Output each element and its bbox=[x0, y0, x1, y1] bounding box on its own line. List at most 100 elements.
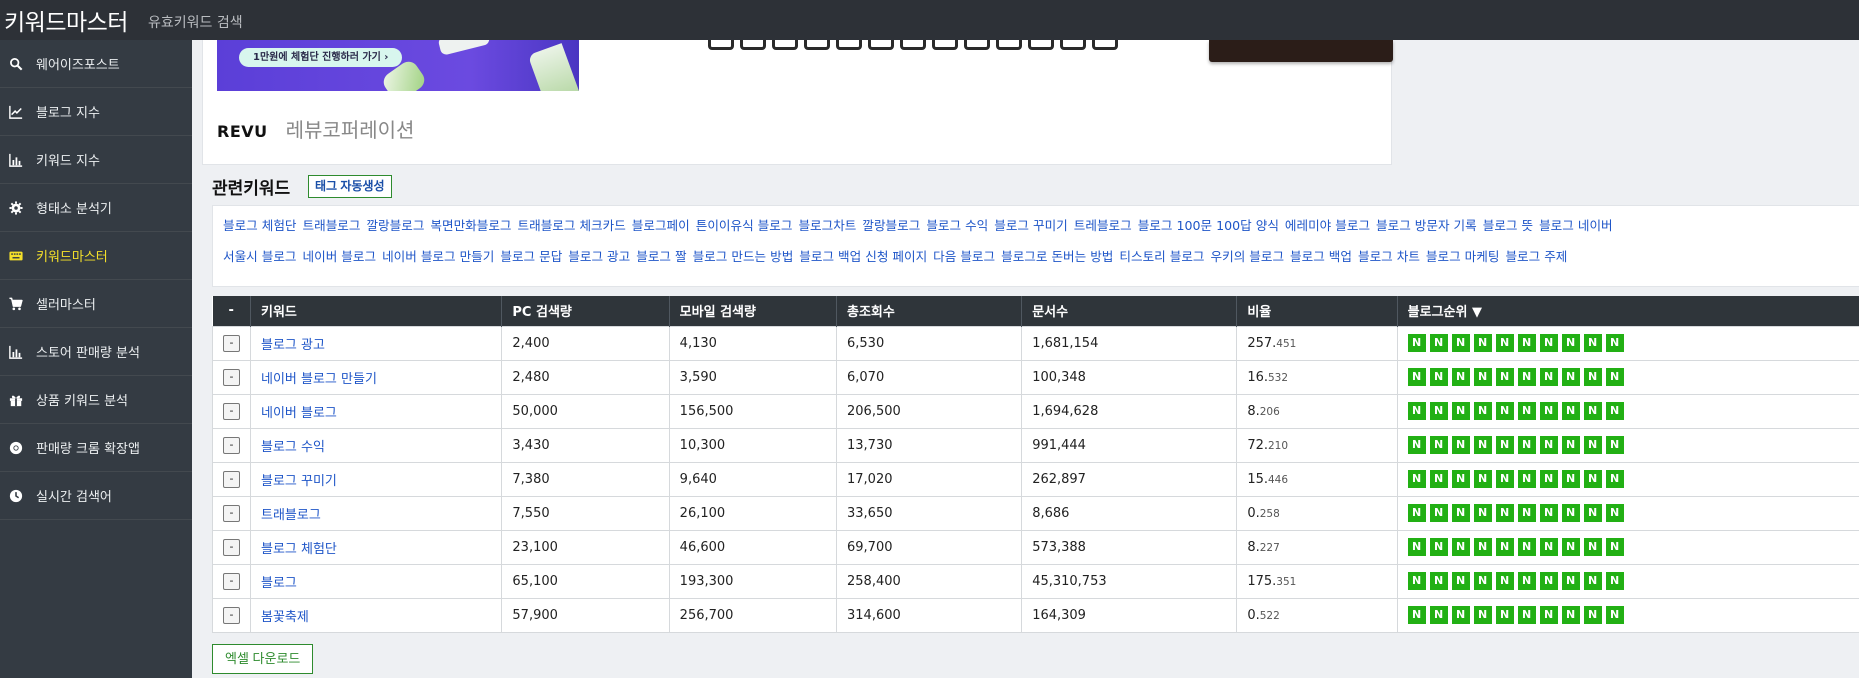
naver-rank-icon[interactable]: N bbox=[1561, 334, 1580, 352]
naver-rank-icon[interactable]: N bbox=[1517, 368, 1536, 386]
naver-rank-icon[interactable]: N bbox=[1429, 504, 1448, 522]
related-keyword-link[interactable]: 트래블로그 bbox=[303, 218, 361, 233]
naver-rank-icon[interactable]: N bbox=[1561, 504, 1580, 522]
sidebar-item[interactable]: 셀러마스터 bbox=[0, 280, 192, 328]
remove-row-button[interactable]: - bbox=[223, 368, 240, 386]
naver-rank-icon[interactable]: N bbox=[1605, 470, 1624, 488]
remove-row-button[interactable]: - bbox=[223, 470, 240, 488]
related-keyword-link[interactable]: 블로그 뜻 bbox=[1483, 218, 1533, 233]
naver-rank-icon[interactable]: N bbox=[1451, 538, 1470, 556]
naver-rank-icon[interactable]: N bbox=[1451, 470, 1470, 488]
sidebar-item[interactable]: 스토어 판매량 분석 bbox=[0, 328, 192, 376]
naver-rank-icon[interactable]: N bbox=[1407, 368, 1426, 386]
naver-rank-icon[interactable]: N bbox=[1517, 538, 1536, 556]
naver-rank-icon[interactable]: N bbox=[1451, 504, 1470, 522]
remove-row-button[interactable]: - bbox=[223, 538, 240, 556]
naver-rank-icon[interactable]: N bbox=[1407, 436, 1426, 454]
naver-rank-icon[interactable]: N bbox=[1605, 572, 1624, 590]
keyword-link[interactable]: 봄꽃축제 bbox=[249, 597, 503, 633]
keyword-link[interactable]: 네이버 블로그 bbox=[249, 393, 503, 429]
sidebar-item[interactable]: 형태소 분석기 bbox=[0, 184, 192, 232]
naver-rank-icon[interactable]: N bbox=[1605, 368, 1624, 386]
related-keyword-link[interactable]: 블로그페이 bbox=[632, 218, 690, 233]
naver-rank-icon[interactable]: N bbox=[1583, 606, 1602, 624]
naver-rank-icon[interactable]: N bbox=[1561, 368, 1580, 386]
sidebar-item[interactable]: 블로그 지수 bbox=[0, 88, 192, 136]
naver-rank-icon[interactable]: N bbox=[1517, 504, 1536, 522]
related-keyword-link[interactable]: 블로그 광고 bbox=[568, 249, 630, 264]
remove-row-button[interactable]: - bbox=[223, 606, 240, 624]
naver-rank-icon[interactable]: N bbox=[1473, 470, 1492, 488]
remove-row-button[interactable]: - bbox=[223, 572, 240, 590]
naver-rank-icon[interactable]: N bbox=[1451, 402, 1470, 420]
related-keyword-link[interactable]: 블로그 주제 bbox=[1505, 249, 1567, 264]
keyword-link[interactable]: 블로그 광고 bbox=[249, 325, 503, 361]
naver-rank-icon[interactable]: N bbox=[1451, 606, 1470, 624]
remove-row-button[interactable]: - bbox=[223, 334, 240, 352]
related-keyword-link[interactable]: 블로그 문답 bbox=[500, 249, 562, 264]
naver-rank-icon[interactable]: N bbox=[1583, 368, 1602, 386]
related-keyword-link[interactable]: 트래블로그 체크카드 bbox=[518, 218, 626, 233]
related-keyword-link[interactable]: 다음 블로그 bbox=[933, 249, 995, 264]
naver-rank-icon[interactable]: N bbox=[1451, 334, 1470, 352]
naver-rank-icon[interactable]: N bbox=[1539, 470, 1558, 488]
naver-rank-icon[interactable]: N bbox=[1583, 470, 1602, 488]
naver-rank-icon[interactable]: N bbox=[1539, 402, 1558, 420]
related-keyword-link[interactable]: 네이버 블로그 bbox=[303, 249, 377, 264]
naver-rank-icon[interactable]: N bbox=[1561, 470, 1580, 488]
naver-rank-icon[interactable]: N bbox=[1473, 368, 1492, 386]
naver-rank-icon[interactable]: N bbox=[1539, 504, 1558, 522]
sidebar-item[interactable]: 상품 키워드 분석 bbox=[0, 376, 192, 424]
naver-rank-icon[interactable]: N bbox=[1539, 606, 1558, 624]
related-keyword-link[interactable]: 서울시 블로그 bbox=[223, 249, 297, 264]
naver-rank-icon[interactable]: N bbox=[1539, 334, 1558, 352]
related-keyword-link[interactable]: 블로그 마케팅 bbox=[1426, 249, 1500, 264]
ad-card[interactable]: 1만원에 체험단 진행하러 가기 › REVU 레뷰코퍼레이션 bbox=[202, 40, 1393, 165]
naver-rank-icon[interactable]: N bbox=[1561, 538, 1580, 556]
related-keyword-link[interactable]: 블로그 꾸미기 bbox=[994, 218, 1068, 233]
naver-rank-icon[interactable]: N bbox=[1407, 504, 1426, 522]
naver-rank-icon[interactable]: N bbox=[1517, 606, 1536, 624]
naver-rank-icon[interactable]: N bbox=[1605, 504, 1624, 522]
related-keyword-link[interactable]: 블로그 네이버 bbox=[1539, 218, 1613, 233]
naver-rank-icon[interactable]: N bbox=[1495, 368, 1514, 386]
naver-rank-icon[interactable]: N bbox=[1539, 368, 1558, 386]
naver-rank-icon[interactable]: N bbox=[1473, 402, 1492, 420]
ad-cta[interactable]: 1만원에 체험단 진행하러 가기 › bbox=[239, 48, 403, 67]
naver-rank-icon[interactable]: N bbox=[1495, 606, 1514, 624]
naver-rank-icon[interactable]: N bbox=[1583, 436, 1602, 454]
related-keyword-link[interactable]: 블로그로 돈버는 방법 bbox=[1001, 249, 1113, 264]
naver-rank-icon[interactable]: N bbox=[1495, 334, 1514, 352]
naver-rank-icon[interactable]: N bbox=[1517, 436, 1536, 454]
naver-rank-icon[interactable]: N bbox=[1429, 334, 1448, 352]
related-keyword-link[interactable]: 우키의 블로그 bbox=[1211, 249, 1285, 264]
related-keyword-link[interactable]: 트레블로그 bbox=[1074, 218, 1132, 233]
keyword-link[interactable]: 네이버 블로그 만들기 bbox=[249, 359, 503, 395]
naver-rank-icon[interactable]: N bbox=[1561, 606, 1580, 624]
naver-rank-icon[interactable]: N bbox=[1407, 470, 1426, 488]
related-keyword-link[interactable]: 블로그 수익 bbox=[926, 218, 988, 233]
naver-rank-icon[interactable]: N bbox=[1429, 606, 1448, 624]
naver-rank-icon[interactable]: N bbox=[1605, 402, 1624, 420]
sidebar-item[interactable]: 키워드 지수 bbox=[0, 136, 192, 184]
naver-rank-icon[interactable]: N bbox=[1583, 504, 1602, 522]
related-keyword-link[interactable]: 블로그 방문자 기록 bbox=[1376, 218, 1477, 233]
naver-rank-icon[interactable]: N bbox=[1605, 606, 1624, 624]
naver-rank-icon[interactable]: N bbox=[1605, 538, 1624, 556]
keyword-link[interactable]: 블로그 꾸미기 bbox=[249, 461, 503, 497]
related-keyword-link[interactable]: 블로그 만드는 방법 bbox=[693, 249, 794, 264]
related-keyword-link[interactable]: 블로그 100문 100답 양식 bbox=[1138, 218, 1279, 233]
related-keyword-link[interactable]: 티스토리 블로그 bbox=[1119, 249, 1204, 264]
related-keyword-link[interactable]: 네이버 블로그 만들기 bbox=[382, 249, 494, 264]
naver-rank-icon[interactable]: N bbox=[1495, 504, 1514, 522]
related-keyword-link[interactable]: 블로그차트 bbox=[798, 218, 856, 233]
naver-rank-icon[interactable]: N bbox=[1495, 572, 1514, 590]
naver-rank-icon[interactable]: N bbox=[1495, 538, 1514, 556]
naver-rank-icon[interactable]: N bbox=[1495, 402, 1514, 420]
naver-rank-icon[interactable]: N bbox=[1583, 402, 1602, 420]
sidebar-item[interactable]: 실시간 검색어 bbox=[0, 472, 192, 520]
naver-rank-icon[interactable]: N bbox=[1473, 504, 1492, 522]
keyword-link[interactable]: 블로그 수익 bbox=[249, 427, 503, 463]
column-header[interactable]: 블로그순위 ▼ bbox=[1397, 296, 1859, 326]
naver-rank-icon[interactable]: N bbox=[1473, 606, 1492, 624]
